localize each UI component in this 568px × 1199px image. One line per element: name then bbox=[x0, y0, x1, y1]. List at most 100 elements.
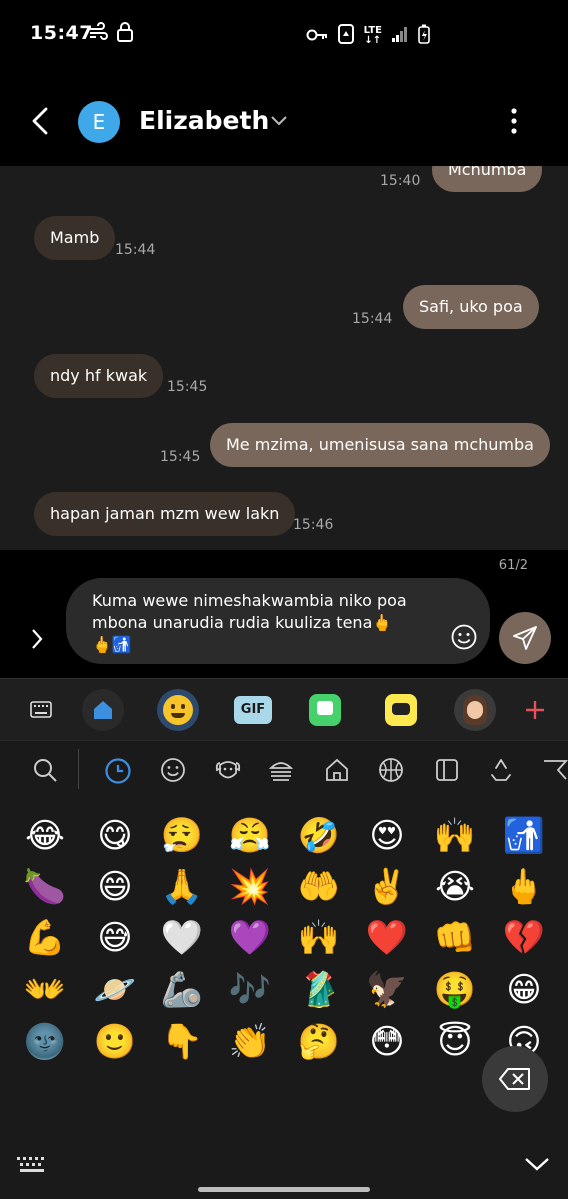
emoji-icon[interactable] bbox=[157, 689, 199, 731]
emoji-key[interactable]: 👐 bbox=[22, 970, 68, 1010]
flags-icon[interactable] bbox=[542, 757, 568, 787]
message-bubble-incoming[interactable]: ndy hf kwak bbox=[34, 354, 164, 398]
gif-label: GIF bbox=[234, 696, 272, 724]
emoji-key[interactable]: 🤔 bbox=[296, 1022, 342, 1062]
emoji-key[interactable]: 😍 bbox=[364, 816, 410, 856]
message-bubble-incoming[interactable]: hapan jaman mzm wew lakn bbox=[34, 492, 296, 536]
emoji-key[interactable]: 🙂 bbox=[92, 1022, 138, 1062]
emoji-key[interactable]: 😭 bbox=[432, 867, 478, 907]
message-bubble-outgoing[interactable]: Safi, uko poa bbox=[403, 285, 539, 329]
emoji-key[interactable]: 😂 bbox=[22, 816, 68, 856]
emoji-key[interactable]: 😄 bbox=[92, 867, 138, 907]
keyboard-toolbar: GIF bbox=[0, 678, 568, 740]
signal-icon bbox=[392, 26, 408, 46]
message-list[interactable]: Mchumba 15:40 Mamb 15:44 Safi, uko poa 1… bbox=[0, 166, 568, 550]
sports-icon[interactable] bbox=[378, 757, 404, 787]
conversation-header: E Elizabeth bbox=[0, 68, 568, 166]
emoji-key[interactable]: 😤 bbox=[227, 816, 273, 856]
keyboard-switch-icon[interactable] bbox=[16, 1156, 48, 1178]
plus-icon[interactable] bbox=[514, 689, 556, 731]
emoji-key[interactable]: 🌚 bbox=[22, 1022, 68, 1062]
emoji-key[interactable]: 🤑 bbox=[432, 970, 478, 1010]
message-input-line: Kuma wewe nimeshakwambia niko poa bbox=[92, 591, 407, 610]
emoji-key[interactable]: 👏 bbox=[227, 1022, 273, 1062]
chevron-right-icon bbox=[32, 629, 43, 649]
gif-button[interactable]: GIF bbox=[232, 689, 274, 731]
character-counter: 61/2 bbox=[498, 558, 528, 573]
emoji-key[interactable]: 😅 bbox=[92, 918, 138, 958]
emoji-key[interactable]: 👇 bbox=[159, 1022, 205, 1062]
emoji-key[interactable]: 🚮 bbox=[501, 816, 547, 856]
animals-icon[interactable] bbox=[214, 757, 242, 787]
avatar-sticker-icon[interactable] bbox=[454, 689, 496, 731]
symbols-icon[interactable] bbox=[488, 757, 514, 787]
message-time: 15:40 bbox=[380, 173, 421, 189]
emoji-key[interactable]: 🎶 bbox=[227, 970, 273, 1010]
contact-name[interactable]: Elizabeth bbox=[139, 106, 269, 135]
emoji-key[interactable]: 💜 bbox=[227, 918, 273, 958]
back-arrow-icon bbox=[32, 107, 48, 135]
emoji-key[interactable]: 😮‍💨 bbox=[159, 816, 205, 856]
emoji-key[interactable]: 💪 bbox=[22, 918, 68, 958]
emoji-key[interactable]: 🍆 bbox=[22, 867, 68, 907]
emoji-key[interactable]: 💥 bbox=[227, 867, 273, 907]
contact-avatar[interactable]: E bbox=[78, 101, 120, 143]
emoji-key[interactable]: 🙏 bbox=[159, 867, 205, 907]
emoji-key[interactable]: 😋 bbox=[92, 816, 138, 856]
emoji-key[interactable]: 💔 bbox=[501, 918, 547, 958]
emoji-toggle-button[interactable] bbox=[451, 624, 477, 654]
sticker-icon[interactable] bbox=[304, 689, 346, 731]
emoji-key[interactable]: 🪐 bbox=[92, 970, 138, 1010]
emoji-key[interactable]: 🙌 bbox=[432, 816, 478, 856]
emoji-key[interactable]: 😳 bbox=[364, 1022, 410, 1062]
back-button[interactable] bbox=[26, 106, 56, 136]
recent-clock-icon[interactable] bbox=[104, 757, 132, 789]
bitmoji-icon[interactable] bbox=[380, 689, 422, 731]
send-button[interactable] bbox=[499, 612, 551, 664]
emoji-key[interactable]: 🤣 bbox=[296, 816, 342, 856]
backspace-button[interactable] bbox=[482, 1046, 548, 1112]
status-time: 15:47 bbox=[30, 22, 93, 44]
emoji-key[interactable]: 🥻 bbox=[296, 970, 342, 1010]
emoji-key[interactable]: 🖕 bbox=[501, 867, 547, 907]
message-input[interactable]: Kuma wewe nimeshakwambia niko poa mbona … bbox=[66, 578, 490, 664]
emoji-key[interactable]: 🦅 bbox=[364, 970, 410, 1010]
backspace-icon bbox=[499, 1068, 530, 1090]
places-icon[interactable] bbox=[324, 757, 350, 787]
smileys-icon[interactable] bbox=[160, 757, 186, 787]
emoji-key[interactable]: 😇 bbox=[432, 1022, 478, 1062]
emoji-key[interactable]: ✌️ bbox=[364, 867, 410, 907]
emoji-key[interactable]: 🙌 bbox=[296, 918, 342, 958]
emoji-key[interactable]: 🦾 bbox=[159, 970, 205, 1010]
search-icon[interactable] bbox=[32, 757, 58, 787]
composer-bar: 61/2 Kuma wewe nimeshakwambia niko poa m… bbox=[0, 550, 568, 678]
chevron-down-icon[interactable] bbox=[270, 112, 288, 131]
hide-keyboard-button[interactable] bbox=[524, 1156, 550, 1176]
keyboard-icon[interactable] bbox=[20, 689, 62, 731]
expand-options-button[interactable] bbox=[30, 628, 44, 654]
home-icon[interactable] bbox=[82, 689, 124, 731]
more-vertical-icon bbox=[511, 108, 517, 134]
emoji-key[interactable]: 🤍 bbox=[159, 918, 205, 958]
lte-icon: LTE ↓↑ bbox=[363, 25, 382, 46]
objects-icon[interactable] bbox=[434, 757, 460, 787]
message-bubble-outgoing[interactable]: Mchumba bbox=[432, 166, 543, 192]
food-icon[interactable] bbox=[268, 757, 294, 787]
more-options-button[interactable] bbox=[510, 108, 518, 138]
message-bubble-incoming[interactable]: Mamb bbox=[34, 216, 116, 260]
emoji-category-bar bbox=[0, 740, 568, 800]
emoji-key[interactable]: 🤲 bbox=[296, 867, 342, 907]
message-time: 15:45 bbox=[160, 449, 201, 465]
smiley-icon bbox=[451, 624, 477, 650]
home-indicator[interactable] bbox=[198, 1187, 370, 1192]
message-input-line: mbona unarudia rudia kuuliza tena🖕 bbox=[92, 613, 393, 632]
emoji-key[interactable]: 👊 bbox=[432, 918, 478, 958]
emoji-key[interactable]: ❤️ bbox=[364, 918, 410, 958]
emoji-key[interactable]: 😁 bbox=[501, 970, 547, 1010]
message-bubble-outgoing[interactable]: Me mzima, umenisusa sana mchumba bbox=[210, 423, 550, 467]
key-icon bbox=[306, 27, 328, 46]
lock-icon bbox=[116, 22, 134, 46]
send-icon bbox=[513, 626, 537, 650]
recycle-icon bbox=[337, 24, 354, 48]
network-type: LTE bbox=[363, 25, 382, 36]
